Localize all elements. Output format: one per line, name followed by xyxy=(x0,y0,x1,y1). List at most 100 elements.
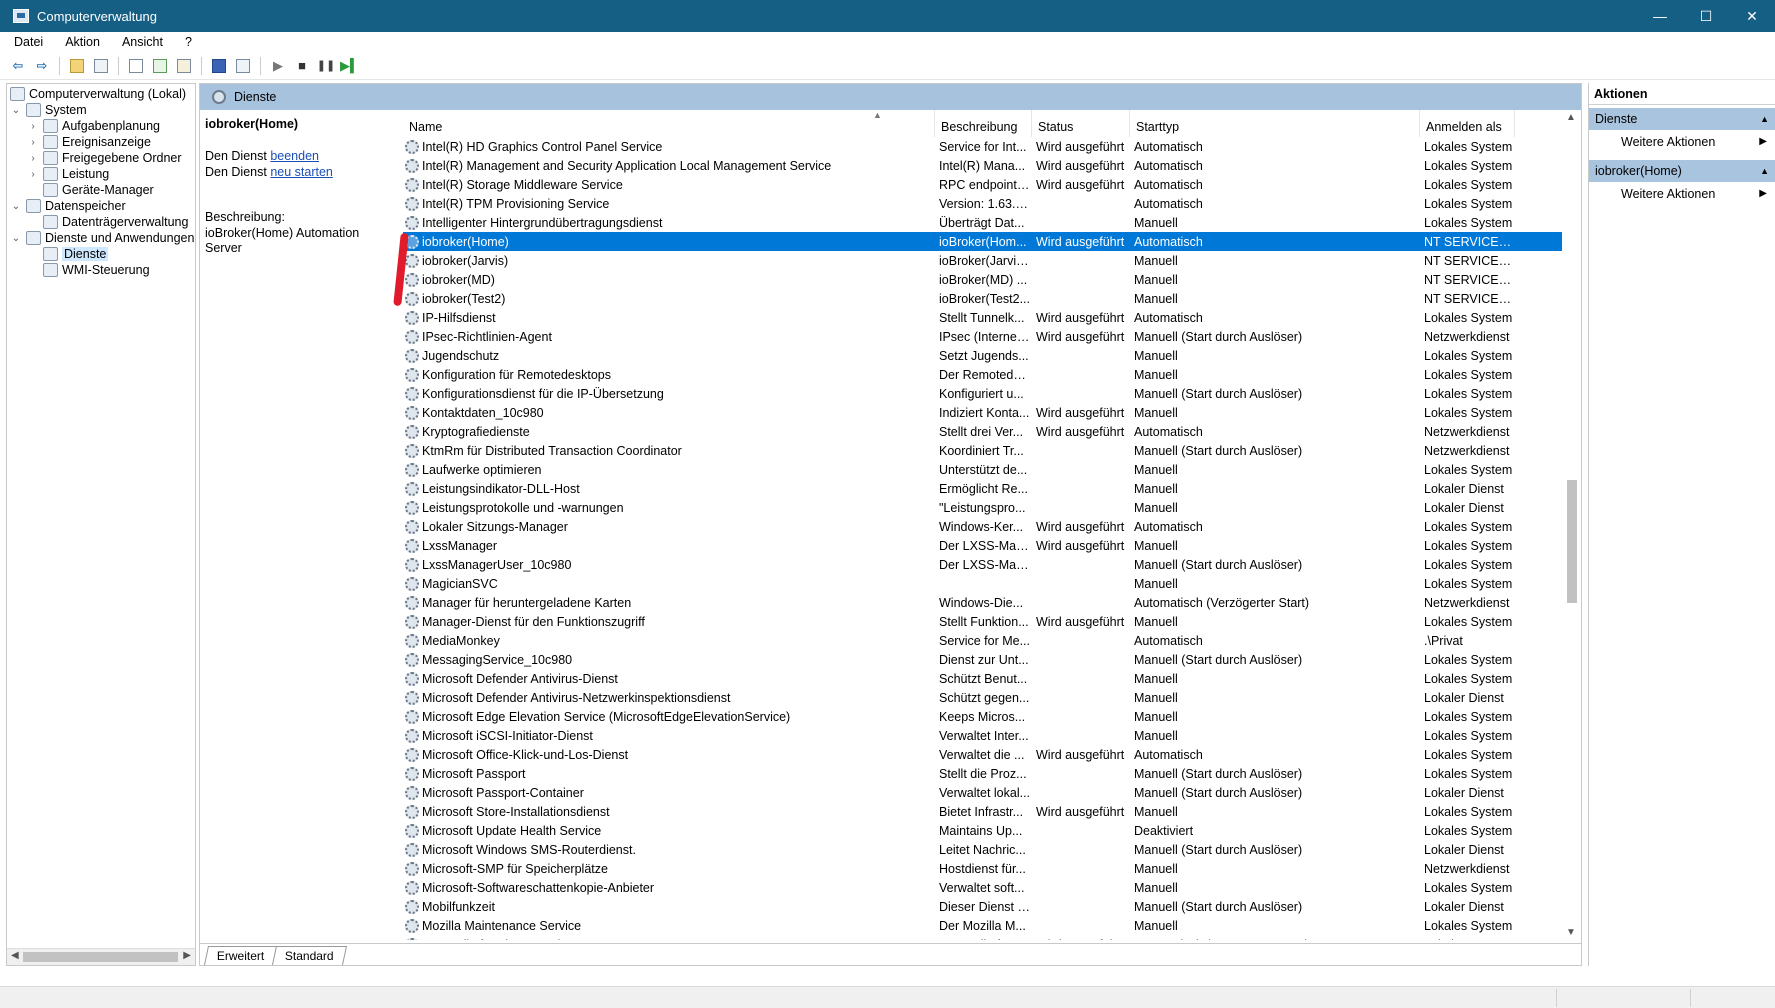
service-name: Jugendschutz xyxy=(422,348,500,363)
scroll-down-icon[interactable]: ▼ xyxy=(1566,927,1576,938)
refresh-icon[interactable] xyxy=(150,56,170,76)
chevron-down-icon[interactable]: ⌄ xyxy=(10,233,22,244)
collapse-icon[interactable]: ▲ xyxy=(1760,160,1769,182)
chevron-right-icon[interactable]: › xyxy=(27,137,39,148)
service-row[interactable]: MessagingService_10c980 Dienst zur Unt...… xyxy=(403,650,1563,669)
service-row[interactable]: KtmRm für Distributed Transaction Coordi… xyxy=(403,441,1563,460)
service-row[interactable]: Microsoft Defender Antivirus-Netzwerkins… xyxy=(403,688,1563,707)
menu-datei[interactable]: Datei xyxy=(0,35,51,49)
maximize-button[interactable]: ☐ xyxy=(1683,0,1729,32)
service-row[interactable]: Leistungsindikator-DLL-Host Ermöglicht Re… xyxy=(403,479,1563,498)
menu-ansicht[interactable]: Ansicht xyxy=(108,35,171,49)
service-row[interactable]: iobroker(Jarvis) ioBroker(Jarvis... Manuel… xyxy=(403,251,1563,270)
service-row[interactable]: MediaMonkey Service for Me... Automatisch.… xyxy=(403,631,1563,650)
stop-service-link[interactable]: beenden xyxy=(270,149,319,163)
menu-help[interactable]: ? xyxy=(171,35,200,49)
show-hide-console-tree-icon[interactable] xyxy=(91,56,111,76)
service-row[interactable]: Microsoft Passport Stellt die Proz... Manu… xyxy=(403,764,1563,783)
tab-standard[interactable]: Standard xyxy=(272,946,348,965)
chevron-right-icon[interactable]: › xyxy=(27,121,39,132)
service-row[interactable]: Microsoft iSCSI-Initiator-Dienst Verwalte… xyxy=(403,726,1563,745)
service-row[interactable]: Laufwerke optimieren Unterstützt de... Man… xyxy=(403,460,1563,479)
service-row[interactable]: Kryptografiedienste Stellt drei Ver... Wir… xyxy=(403,422,1563,441)
tree-horizontal-scrollbar[interactable]: ◀ ▶ xyxy=(7,948,195,965)
service-row[interactable]: Intel(R) Management and Security Applica… xyxy=(403,156,1563,175)
service-row[interactable]: iobroker(Home) ioBroker(Hom... Wird ausgef… xyxy=(403,232,1563,251)
service-row[interactable]: My Media for Alexa Service My Media for .… xyxy=(403,935,1563,940)
services-vertical-scrollbar[interactable]: ▲ ▼ xyxy=(1562,110,1579,940)
stop-service-icon[interactable]: ■ xyxy=(292,56,312,76)
menu-aktion[interactable]: Aktion xyxy=(51,35,108,49)
column-header-status[interactable]: Status xyxy=(1032,110,1130,137)
scroll-right-icon[interactable]: ▶ xyxy=(183,950,191,961)
actions-title: Aktionen xyxy=(1589,83,1775,105)
restart-service-link[interactable]: neu starten xyxy=(270,165,333,179)
export-list-icon[interactable] xyxy=(174,56,194,76)
actions-group-dienste[interactable]: Dienste ▲ xyxy=(1589,108,1775,130)
service-row[interactable]: iobroker(Test2) ioBroker(Test2... Manuell N… xyxy=(403,289,1563,308)
service-row[interactable]: Mobilfunkzeit Dieser Dienst l... Manuell (… xyxy=(403,897,1563,916)
service-row[interactable]: IP-Hilfsdienst Stellt Tunnelk... Wird ausg… xyxy=(403,308,1563,327)
column-header-starttyp[interactable]: Starttyp xyxy=(1130,110,1420,137)
scrollbar-thumb[interactable] xyxy=(23,952,178,962)
close-button[interactable]: ✕ xyxy=(1729,0,1775,32)
service-row[interactable]: Intel(R) TPM Provisioning Service Version… xyxy=(403,194,1563,213)
service-row[interactable]: Microsoft-Softwareschattenkopie-Anbieter… xyxy=(403,878,1563,897)
help-icon[interactable] xyxy=(209,56,229,76)
service-row[interactable]: Leistungsprotokolle und -warnungen "Leist… xyxy=(403,498,1563,517)
service-row[interactable]: Manager für heruntergeladene Karten Windo… xyxy=(403,593,1563,612)
service-row[interactable]: Microsoft-SMP für Speicherplätze Hostdien… xyxy=(403,859,1563,878)
service-status: Wird ausgeführt xyxy=(1036,424,1125,439)
restart-service-icon[interactable]: ▶▍ xyxy=(340,56,360,76)
stop-service-line: Den Dienst beenden xyxy=(205,149,319,163)
service-row[interactable]: Mozilla Maintenance Service Der Mozilla M… xyxy=(403,916,1563,935)
tree-item-wmi-steuerung[interactable]: WMI-Steuerung xyxy=(27,261,150,279)
scrollbar-thumb[interactable] xyxy=(1567,480,1577,603)
service-row[interactable]: Manager-Dienst für den Funktionszugriff S… xyxy=(403,612,1563,631)
actions-group-iobroker-home[interactable]: iobroker(Home) ▲ xyxy=(1589,160,1775,182)
minimize-button[interactable]: — xyxy=(1637,0,1683,32)
back-arrow-icon[interactable]: ⇦ xyxy=(8,56,28,76)
service-row[interactable]: IPsec-Richtlinien-Agent IPsec (Internet..… xyxy=(403,327,1563,346)
service-row[interactable]: Microsoft Edge Elevation Service (Micros… xyxy=(403,707,1563,726)
service-row[interactable]: MagicianSVC Manuell Lokales System xyxy=(403,574,1563,593)
service-name: Lokaler Sitzungs-Manager xyxy=(422,519,568,534)
properties-icon[interactable] xyxy=(126,56,146,76)
chevron-right-icon[interactable]: › xyxy=(27,169,39,180)
show-action-pane-icon[interactable] xyxy=(233,56,253,76)
service-row[interactable]: Jugendschutz Setzt Jugends... Manuell Lokal… xyxy=(403,346,1563,365)
service-row[interactable]: Microsoft Office-Klick-und-Los-Dienst Ver… xyxy=(403,745,1563,764)
service-row[interactable]: Intelligenter Hintergrundübertragungsdie… xyxy=(403,213,1563,232)
service-row[interactable]: Konfigurationsdienst für die IP-Übersetz… xyxy=(403,384,1563,403)
pause-service-icon[interactable]: ❚❚ xyxy=(316,56,336,76)
service-row[interactable]: Microsoft Passport-Container Verwaltet lo… xyxy=(403,783,1563,802)
scroll-left-icon[interactable]: ◀ xyxy=(11,950,19,961)
chevron-down-icon[interactable]: ⌄ xyxy=(10,201,22,212)
service-row[interactable]: Microsoft Windows SMS-Routerdienst. Leite… xyxy=(403,840,1563,859)
action-weitere-aktionen-iobroker[interactable]: Weitere Aktionen ▶ xyxy=(1589,182,1775,204)
forward-arrow-icon[interactable]: ⇨ xyxy=(32,56,52,76)
chevron-right-icon[interactable]: › xyxy=(27,153,39,164)
service-row[interactable]: Konfiguration für Remotedesktops Der Remo… xyxy=(403,365,1563,384)
start-service-icon[interactable]: ▶ xyxy=(268,56,288,76)
service-row[interactable]: Microsoft Update Health Service Maintains… xyxy=(403,821,1563,840)
service-row[interactable]: Microsoft Store-Installationsdienst Biete… xyxy=(403,802,1563,821)
service-row[interactable]: Kontaktdaten_10c980 Indiziert Konta... Wir… xyxy=(403,403,1563,422)
scroll-up-icon[interactable]: ▲ xyxy=(1566,112,1576,123)
column-header-beschreibung[interactable]: Beschreibung xyxy=(935,110,1032,137)
service-row[interactable]: Intel(R) HD Graphics Control Panel Servi… xyxy=(403,137,1563,156)
tab-erweitert[interactable]: Erweitert xyxy=(203,946,278,965)
column-header-name[interactable]: Name xyxy=(403,110,935,137)
chevron-down-icon[interactable]: ⌄ xyxy=(10,105,22,116)
service-row[interactable]: Microsoft Defender Antivirus-Dienst Schüt… xyxy=(403,669,1563,688)
service-row[interactable]: LxssManager Der LXSS-Man... Wird ausgeführ… xyxy=(403,536,1563,555)
service-row[interactable]: Lokaler Sitzungs-Manager Windows-Ker... Wi… xyxy=(403,517,1563,536)
service-row[interactable]: Intel(R) Storage Middleware Service RPC e… xyxy=(403,175,1563,194)
shared-folder-icon xyxy=(43,151,58,165)
service-row[interactable]: LxssManagerUser_10c980 Der LXSS-Man... Man… xyxy=(403,555,1563,574)
action-weitere-aktionen-dienste[interactable]: Weitere Aktionen ▶ xyxy=(1589,130,1775,152)
collapse-icon[interactable]: ▲ xyxy=(1760,108,1769,130)
up-folder-icon[interactable] xyxy=(67,56,87,76)
column-header-anmelden-als[interactable]: Anmelden als xyxy=(1420,110,1515,137)
service-row[interactable]: iobroker(MD) ioBroker(MD) ... Manuell NT SE… xyxy=(403,270,1563,289)
